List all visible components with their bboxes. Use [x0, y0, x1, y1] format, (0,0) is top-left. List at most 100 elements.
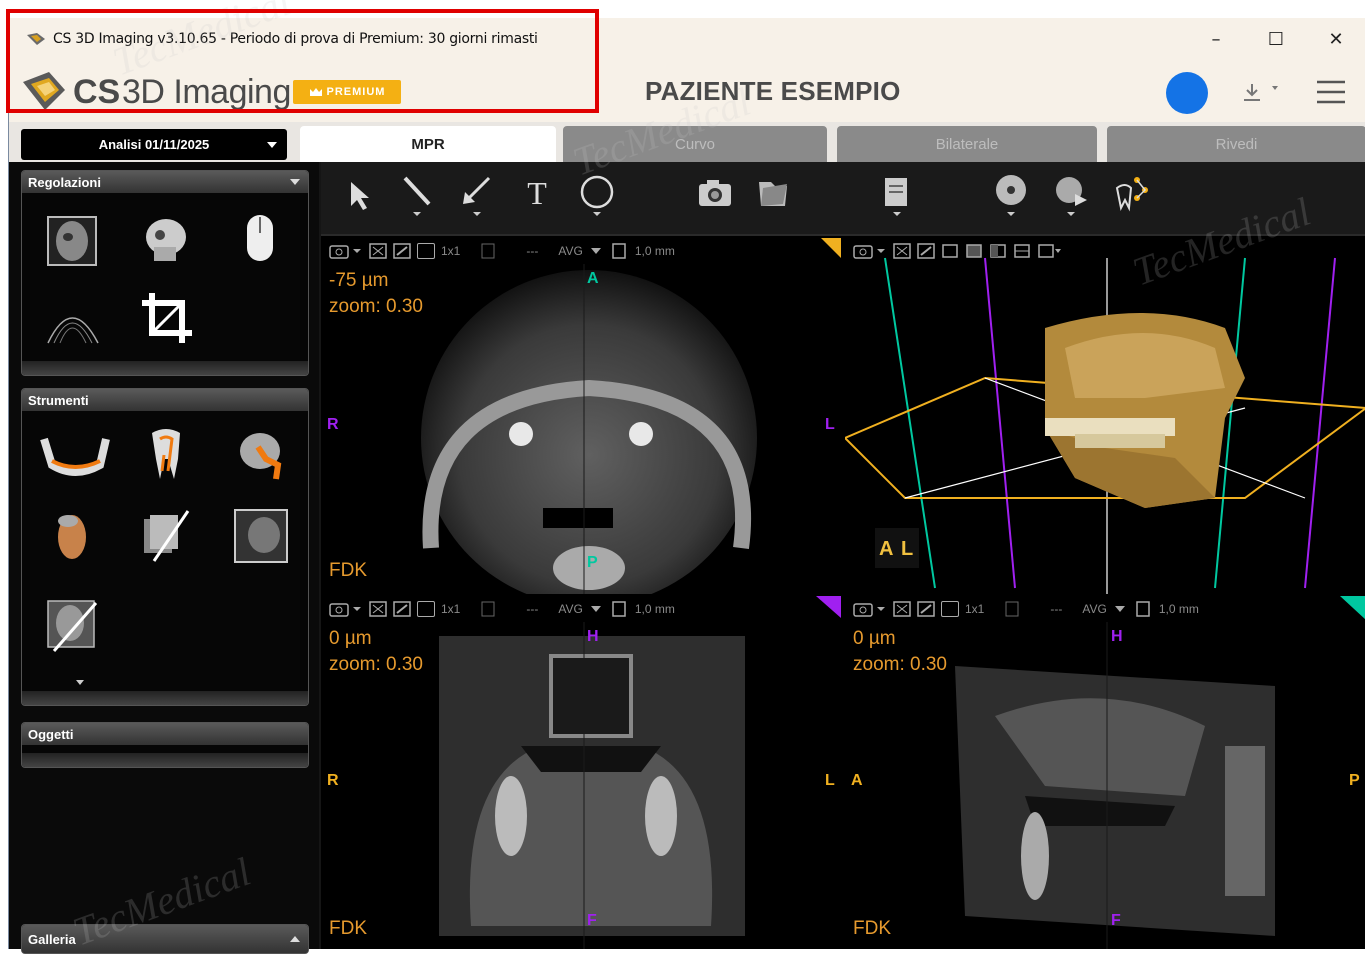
orientation-marker-top[interactable]: H [1111, 628, 1123, 646]
chevron-down-icon[interactable] [589, 246, 603, 256]
orientation-marker-left[interactable]: A [851, 772, 863, 790]
report-icon[interactable] [877, 172, 917, 218]
thickness-label[interactable]: 1,0 mm [1159, 602, 1199, 616]
cube-top-view-icon[interactable] [965, 243, 983, 259]
maximize-button[interactable]: ☐ [1246, 18, 1306, 60]
chevron-down-icon[interactable] [1113, 604, 1127, 614]
zoom-level: zoom: 0.30 [853, 654, 947, 675]
thickness-icon[interactable] [1133, 600, 1153, 618]
layout-label[interactable]: 1x1 [965, 602, 984, 616]
reset-view-icon[interactable] [393, 243, 411, 259]
panoramic-arch-icon[interactable] [44, 293, 102, 351]
screenshot-xray-icon[interactable] [232, 507, 290, 565]
fit-view-icon[interactable] [369, 243, 387, 259]
slice-annotate-icon[interactable] [138, 507, 196, 565]
render-mode-label[interactable]: AVG [558, 244, 582, 258]
coronal-view[interactable]: 1x1 --- AVG 1,0 mm 0 µm zoom: 0.30 FDK H… [321, 596, 841, 949]
sagittal-slice-image [955, 596, 1365, 949]
chevron-down-icon[interactable] [589, 604, 603, 614]
close-button[interactable]: ✕ [1306, 18, 1365, 60]
camera-icon[interactable] [329, 243, 363, 259]
oggetti-title: Oggetti [28, 726, 74, 742]
mouse-icon[interactable] [232, 211, 290, 269]
render-mode-label[interactable]: AVG [1082, 602, 1106, 616]
cube-back-view-icon[interactable] [1013, 243, 1031, 259]
tab-curvo[interactable]: Curvo [563, 126, 827, 162]
separator-text: --- [1050, 602, 1063, 616]
oggetti-header[interactable]: Oggetti [22, 723, 308, 745]
tooth-root-icon[interactable] [138, 425, 196, 483]
orientation-marker-bottom[interactable]: P [587, 554, 598, 572]
orientation-marker-right[interactable]: P [1349, 772, 1360, 790]
analysis-select[interactable]: Analisi 01/11/2025 [21, 129, 287, 160]
arrow-annotation-icon[interactable] [457, 172, 497, 218]
layout-toggle-icon[interactable] [417, 243, 435, 259]
orientation-marker-top[interactable]: H [587, 628, 599, 646]
skull-export-icon[interactable] [1051, 172, 1091, 218]
layout-label[interactable]: 1x1 [441, 602, 460, 616]
cube-side-view-icon[interactable] [989, 243, 1007, 259]
skull-airway-icon[interactable] [232, 425, 290, 483]
orientation-marker-bottom[interactable]: F [587, 912, 597, 930]
mandible-nerve-icon[interactable] [40, 425, 110, 483]
fit-view-icon[interactable] [369, 601, 387, 617]
strumenti-header[interactable]: Strumenti [22, 389, 308, 411]
orientation-marker-right[interactable]: L [825, 416, 835, 434]
line-measure-icon[interactable] [397, 172, 437, 218]
tab-mpr[interactable]: MPR [300, 126, 556, 162]
minimize-button[interactable]: – [1186, 18, 1246, 60]
reset-view-icon[interactable] [393, 601, 411, 617]
fit-view-icon[interactable] [893, 243, 911, 259]
thickness-icon[interactable] [609, 600, 629, 618]
render-mode-label[interactable]: AVG [558, 602, 582, 616]
axial-view[interactable]: 1x1 --- AVG 1,0 mm -75 µm zoom: 0.30 FDK… [321, 238, 841, 594]
orientation-marker-top[interactable]: A [587, 270, 599, 288]
regolazioni-header[interactable]: Regolazioni [22, 171, 308, 193]
crop-icon[interactable] [138, 289, 196, 347]
reset-view-icon[interactable] [917, 243, 935, 259]
face-scan-icon[interactable] [44, 507, 102, 565]
cube-front-view-icon[interactable] [941, 243, 959, 259]
xray-edit-icon[interactable] [44, 597, 102, 655]
separator-text: --- [526, 244, 539, 258]
text-tool-icon[interactable]: T [517, 172, 557, 218]
layout-toggle-icon[interactable] [941, 601, 959, 617]
orientation-marker-bottom[interactable]: F [1111, 912, 1121, 930]
camera-icon[interactable] [329, 601, 363, 617]
orientation-cube[interactable]: A L [875, 528, 919, 568]
user-avatar[interactable] [1166, 72, 1208, 114]
slab-icon[interactable] [466, 600, 506, 618]
volume-3d-view[interactable]: A L [845, 238, 1365, 594]
skull-2d-view-icon[interactable] [44, 213, 102, 271]
download-icon[interactable] [1239, 80, 1279, 106]
chevron-down-icon[interactable] [76, 680, 84, 685]
pointer-arrow-icon[interactable] [341, 172, 381, 218]
slab-icon[interactable] [990, 600, 1030, 618]
skull-3d-view-icon[interactable] [138, 211, 196, 269]
orientation-marker-left[interactable]: R [327, 772, 339, 790]
hamburger-menu-icon[interactable] [1315, 78, 1347, 106]
orientation-marker-left[interactable]: R [327, 416, 339, 434]
camera-icon[interactable] [853, 601, 887, 617]
cube-bottom-view-icon[interactable] [1037, 243, 1063, 259]
folder-image-icon[interactable] [753, 172, 793, 218]
tooth-share-icon[interactable] [1111, 172, 1151, 218]
fit-view-icon[interactable] [893, 601, 911, 617]
left-panel: Regolazioni Strumenti Oggetti Galleria [9, 162, 319, 954]
camera-icon[interactable] [853, 243, 887, 259]
camera-icon[interactable] [695, 172, 735, 218]
sagittal-view[interactable]: 1x1 --- AVG 1,0 mm 0 µm zoom: 0.30 FDK H… [845, 596, 1365, 949]
thickness-icon[interactable] [609, 242, 629, 260]
orientation-marker-right[interactable]: L [825, 772, 835, 790]
cd-export-icon[interactable] [991, 172, 1031, 218]
tab-rivedi[interactable]: Rivedi [1107, 126, 1365, 162]
thickness-label[interactable]: 1,0 mm [635, 244, 675, 258]
ellipse-tool-icon[interactable] [577, 172, 617, 218]
tab-bilaterale[interactable]: Bilaterale [837, 126, 1097, 162]
layout-toggle-icon[interactable] [417, 601, 435, 617]
layout-label[interactable]: 1x1 [441, 244, 460, 258]
analysis-select-label: Analisi 01/11/2025 [98, 137, 210, 152]
thickness-label[interactable]: 1,0 mm [635, 602, 675, 616]
reset-view-icon[interactable] [917, 601, 935, 617]
slab-icon[interactable] [466, 242, 506, 260]
